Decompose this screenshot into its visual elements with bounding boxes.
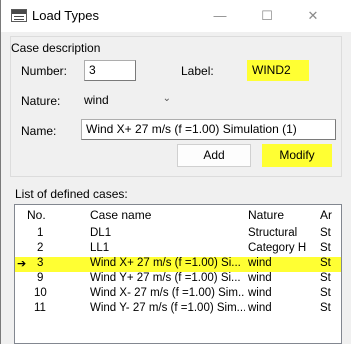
- table-row[interactable]: 11 Wind Y- 27 m/s (f =1.00) Sim... wind …: [15, 302, 341, 317]
- row-analysis: St: [320, 242, 331, 254]
- table-row[interactable]: 1 DL1 Structural St: [15, 227, 341, 242]
- nature-label: Nature:: [21, 94, 61, 108]
- case-description-title: Case description: [11, 41, 101, 55]
- cases-list[interactable]: No. Case name Nature Ar 1 DL1 Structural…: [14, 204, 342, 344]
- name-field[interactable]: Wind X+ 27 m/s (f =1.00) Simulation (1): [81, 119, 336, 140]
- row-analysis: St: [320, 257, 331, 269]
- row-number: 3: [37, 257, 44, 269]
- list-of-cases-title: List of defined cases:: [15, 187, 128, 201]
- row-number: 2: [37, 242, 44, 254]
- minimize-icon[interactable]: —: [206, 6, 234, 26]
- number-label: Number:: [21, 64, 68, 78]
- row-case-name: Wind Y- 27 m/s (f =1.00) Sim...: [90, 302, 245, 314]
- row-case-name: DL1: [90, 227, 112, 239]
- row-analysis: St: [320, 272, 331, 284]
- modify-button[interactable]: Modify: [262, 144, 332, 167]
- row-number: 9: [37, 272, 44, 284]
- column-header-case-name[interactable]: Case name: [90, 208, 245, 222]
- number-field[interactable]: 3: [84, 60, 136, 81]
- row-analysis: St: [320, 227, 331, 239]
- table-row[interactable]: 9 Wind Y+ 27 m/s (f =1.00) Si... wind St: [15, 272, 341, 287]
- row-number: 11: [34, 302, 46, 314]
- row-analysis: St: [320, 287, 331, 299]
- row-case-name: Wind Y+ 27 m/s (f =1.00) Si...: [90, 272, 241, 284]
- row-nature: wind: [248, 302, 272, 314]
- row-number: 1: [37, 227, 44, 239]
- maximize-icon[interactable]: ☐: [253, 6, 281, 26]
- name-label: Name:: [21, 124, 57, 138]
- row-nature: wind: [248, 287, 272, 299]
- column-header-no[interactable]: No.: [27, 208, 57, 222]
- row-case-name: LL1: [90, 242, 110, 254]
- load-types-app-icon: [11, 9, 27, 22]
- table-row[interactable]: 2 LL1 Category H St: [15, 242, 341, 257]
- chevron-down-icon: ⌄: [162, 93, 171, 104]
- table-row[interactable]: 10 Wind X- 27 m/s (f =1.00) Sim... wind …: [15, 287, 341, 302]
- column-header-analysis[interactable]: Ar: [320, 208, 341, 222]
- row-analysis: St: [320, 302, 331, 314]
- load-types-window: Load Types — ☐ ✕ Case description Number…: [0, 0, 351, 344]
- add-button[interactable]: Add: [177, 144, 251, 167]
- close-icon[interactable]: ✕: [299, 6, 327, 26]
- row-nature: Structural: [248, 227, 298, 239]
- label-label: Label:: [181, 64, 214, 78]
- row-case-name: Wind X+ 27 m/s (f =1.00) Si...: [90, 257, 241, 269]
- row-nature: wind: [248, 257, 272, 269]
- table-row-selected[interactable]: ➔ 3 Wind X+ 27 m/s (f =1.00) Si... wind …: [15, 257, 341, 272]
- window-title: Load Types: [32, 8, 99, 23]
- list-header: No. Case name Nature Ar: [15, 208, 341, 226]
- label-field[interactable]: WIND2: [247, 60, 309, 81]
- nature-select-value: wind: [84, 93, 109, 107]
- row-case-name: Wind X- 27 m/s (f =1.00) Sim...: [90, 287, 245, 299]
- row-nature: wind: [248, 272, 272, 284]
- nature-select[interactable]: wind ⌄: [80, 90, 175, 111]
- row-nature: Category H: [248, 242, 307, 254]
- column-header-nature[interactable]: Nature: [248, 208, 320, 222]
- current-case-arrow-icon: ➔: [17, 258, 27, 270]
- title-bar: Load Types — ☐ ✕: [1, 0, 351, 32]
- row-number: 10: [34, 287, 47, 299]
